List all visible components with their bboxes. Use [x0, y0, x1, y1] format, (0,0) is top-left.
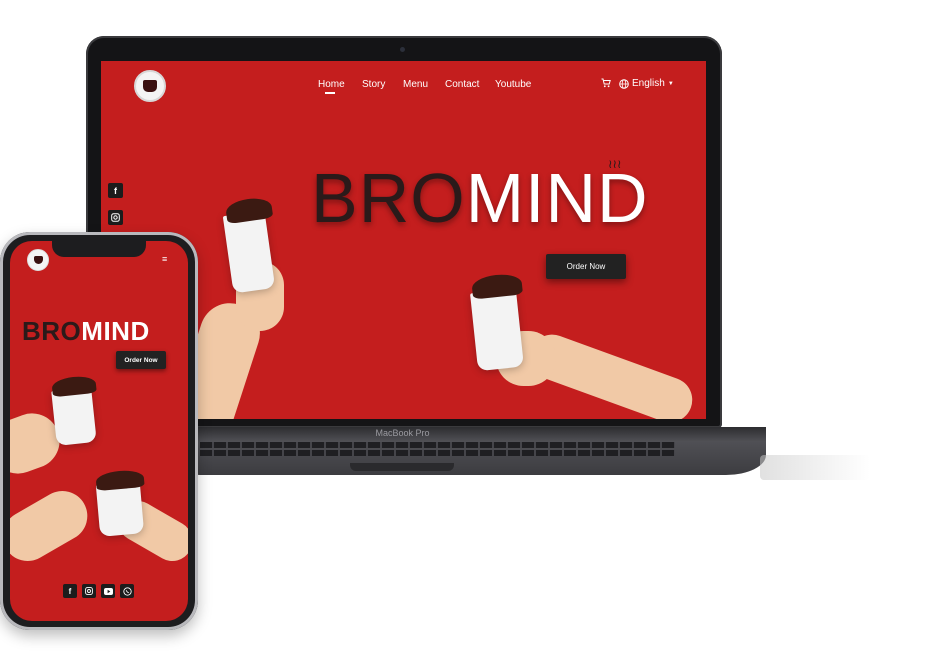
instagram-icon[interactable] — [82, 584, 96, 598]
steam-icon: ≀≀≀ — [608, 157, 622, 171]
globe-icon — [619, 78, 629, 89]
phone-notch — [52, 241, 146, 257]
active-nav-indicator — [325, 92, 335, 94]
language-label: English — [632, 78, 665, 89]
hero-brand-title: BROMIND — [22, 318, 150, 344]
hero-brand-title: BROMIND — [311, 163, 649, 233]
trackpad-notch — [350, 463, 454, 471]
brand-word-dark: BRO — [22, 316, 82, 346]
facebook-icon[interactable]: f — [63, 584, 77, 598]
nav-link-contact[interactable]: Contact — [445, 79, 479, 90]
language-selector[interactable]: English ▼ — [619, 78, 674, 89]
nav-link-menu[interactable]: Menu — [403, 79, 428, 90]
nav-link-youtube[interactable]: Youtube — [495, 79, 531, 90]
hero-image-cup-bottom — [10, 461, 188, 571]
facebook-icon[interactable]: f — [108, 183, 123, 198]
hamburger-menu-icon[interactable]: ≡ — [162, 255, 174, 264]
brand-word-dark: BRO — [311, 159, 466, 237]
brand-word-light: MIND — [81, 316, 150, 346]
phone-screen: ≡ BROMIND Order Now f — [10, 241, 188, 621]
laptop-shadow — [760, 455, 870, 480]
coffee-cup-logo-icon — [33, 256, 43, 264]
hero-image-cup-right — [466, 261, 706, 419]
laptop-camera — [400, 47, 405, 52]
coffee-cup-logo-icon — [143, 80, 157, 92]
brand-logo[interactable] — [27, 249, 49, 271]
instagram-icon[interactable] — [108, 210, 123, 225]
nav-link-story[interactable]: Story — [362, 79, 385, 90]
keyboard-row — [200, 442, 675, 448]
cart-icon[interactable] — [601, 78, 611, 88]
order-now-button[interactable]: Order Now — [116, 351, 166, 369]
caret-down-icon: ▼ — [667, 80, 674, 87]
keyboard-row — [200, 450, 675, 456]
youtube-icon[interactable] — [101, 584, 115, 598]
nav-link-home[interactable]: Home — [318, 79, 345, 90]
brand-logo[interactable] — [134, 70, 166, 102]
device-label: MacBook Pro — [375, 428, 430, 438]
whatsapp-icon[interactable] — [120, 584, 134, 598]
hero-image-cup-left — [164, 191, 296, 419]
